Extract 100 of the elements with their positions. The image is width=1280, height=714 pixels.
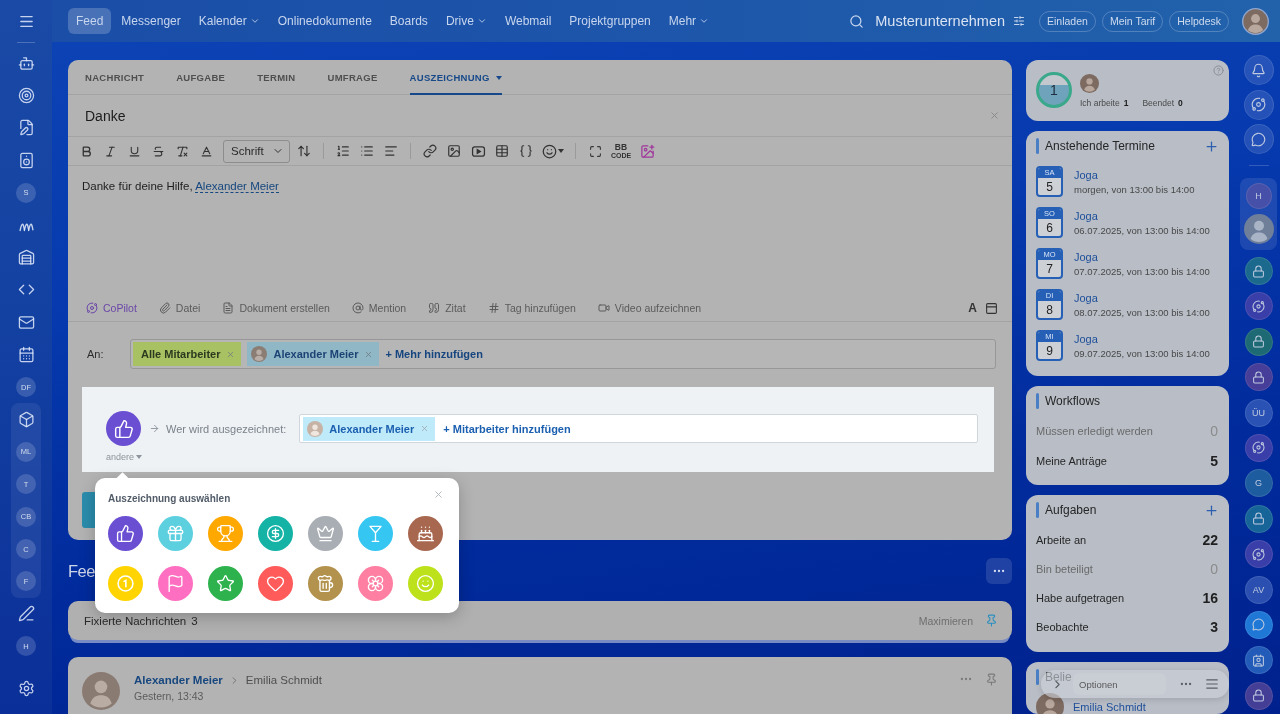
expand-icon[interactable]	[588, 144, 602, 158]
calendar-icon[interactable]	[17, 346, 35, 364]
lock-icon[interactable]	[1244, 681, 1273, 710]
orbit-icon[interactable]	[86, 302, 98, 314]
document-icon[interactable]	[222, 302, 235, 314]
composer-action[interactable]: CoPilot	[86, 302, 137, 314]
list-icon[interactable]	[1205, 677, 1219, 691]
composer-action[interactable]: Datei	[158, 302, 201, 314]
video-camera-icon[interactable]	[597, 302, 610, 314]
composer-action[interactable]: Dokument erstellen	[222, 302, 330, 314]
quote-icon[interactable]	[428, 302, 441, 314]
nav-item[interactable]: Webmail	[496, 8, 560, 34]
group-avatar[interactable]: G	[1244, 469, 1273, 498]
counter-label[interactable]: Müssen erledigt werden	[1036, 425, 1153, 437]
orbit-icon[interactable]	[1244, 433, 1273, 462]
orbit-icon[interactable]	[1244, 292, 1273, 321]
robot-icon[interactable]	[17, 54, 35, 72]
add-icon[interactable]	[1204, 502, 1219, 518]
flower-icon[interactable]	[358, 566, 393, 601]
add-employee-link[interactable]: + Mitarbeiter hinzufügen	[443, 422, 571, 435]
event-title-link[interactable]: Joga	[1074, 168, 1195, 181]
smiley-icon[interactable]	[542, 143, 557, 159]
nav-item[interactable]: Mehr	[660, 8, 718, 34]
cake-icon[interactable]	[408, 516, 443, 551]
beer-mug-icon[interactable]	[308, 566, 343, 601]
avatar-icon[interactable]	[1243, 214, 1274, 244]
pen-icon[interactable]	[17, 605, 35, 623]
group-tag[interactable]: Alle Mitarbeiter	[133, 342, 242, 366]
speaker-icon[interactable]	[17, 151, 35, 169]
paperclip-icon[interactable]	[158, 302, 171, 314]
nav-item[interactable]: Feed	[68, 8, 112, 34]
composer-tab[interactable]: UMFRAGE	[327, 60, 378, 95]
nav-item[interactable]: Drive	[437, 8, 495, 34]
chat-bubble-icon[interactable]	[1244, 610, 1273, 639]
hash-icon[interactable]	[487, 302, 500, 314]
lock-icon[interactable]	[1244, 504, 1273, 533]
underline-icon[interactable]	[127, 144, 141, 158]
composer-tab[interactable]: AUFGABE	[176, 60, 226, 95]
image-icon[interactable]	[447, 144, 461, 158]
flag-icon[interactable]	[158, 566, 193, 601]
nav-item[interactable]: Boards	[381, 8, 436, 34]
bell-icon[interactable]	[1243, 55, 1274, 85]
clear-format-icon[interactable]	[175, 144, 189, 158]
contact-card-icon[interactable]	[1244, 646, 1273, 675]
font-select[interactable]: Schrift	[223, 139, 290, 163]
document-pen-icon[interactable]	[17, 119, 35, 137]
dollar-coin-icon[interactable]	[258, 516, 293, 551]
link-icon[interactable]	[423, 144, 437, 158]
settings-icon[interactable]	[17, 679, 35, 697]
warehouse-icon[interactable]	[17, 249, 35, 267]
work-timer-ring[interactable]: 1	[1036, 72, 1072, 108]
composer-action[interactable]: Tag hinzufügen	[487, 302, 576, 314]
nav-item[interactable]: Kalender	[190, 8, 268, 34]
numbered-list-icon[interactable]	[336, 144, 350, 158]
chevron-down-icon[interactable]	[699, 16, 710, 26]
align-left-icon[interactable]	[384, 144, 398, 158]
composer-tab[interactable]: TERMIN	[257, 60, 296, 95]
options-field[interactable]: Optionen	[1073, 673, 1166, 695]
composer-tab[interactable]: AUSZEICHNUNG	[409, 60, 502, 95]
thumbs-up-icon[interactable]	[106, 411, 141, 446]
event-title-link[interactable]: Joga	[1074, 250, 1210, 263]
composer-action[interactable]: Zitat	[428, 302, 466, 314]
recipients-field[interactable]: Alle Mitarbeiter Alexander Meier + Mehr hinzufügen	[130, 339, 996, 369]
counter-label[interactable]: Arbeite an	[1036, 533, 1087, 546]
sliders-icon[interactable]	[1013, 15, 1025, 27]
nav-item[interactable]: Messenger	[113, 8, 189, 34]
avatar-icon[interactable]	[1242, 7, 1269, 35]
thumbs-up-icon[interactable]	[108, 516, 143, 551]
up-down-arrow-icon[interactable]	[297, 144, 311, 158]
composer-action[interactable]: Video aufzeichnen	[597, 302, 702, 314]
nav-item[interactable]: Projektgruppen	[561, 8, 659, 34]
target-icon[interactable]	[17, 87, 35, 105]
group-avatar[interactable]: AV	[1244, 575, 1273, 604]
lock-icon[interactable]	[1244, 363, 1273, 392]
bullet-list-icon[interactable]	[360, 144, 374, 158]
person-link[interactable]: Emilia Schmidt	[1073, 701, 1146, 713]
braces-icon[interactable]	[519, 144, 533, 158]
message-text[interactable]: Danke für deine Hilfe, Alexander Meier	[82, 180, 279, 192]
event-title-link[interactable]: Joga	[1074, 332, 1210, 345]
lock-icon[interactable]	[1244, 327, 1273, 356]
event-title-link[interactable]: Joga	[1074, 291, 1210, 304]
strikethrough-icon[interactable]	[151, 144, 165, 158]
award-recipients-field[interactable]: Alexander Meier + Mitarbeiter hinzufügen	[299, 414, 978, 443]
group-avatar[interactable]: ÜU	[1244, 398, 1273, 427]
table-icon[interactable]	[495, 144, 509, 158]
counter-label[interactable]: Meine Anträge	[1036, 455, 1107, 467]
orbit-icon[interactable]	[1244, 540, 1273, 569]
recipient-name[interactable]: Emilia Schmidt	[245, 674, 322, 686]
orbit-icon[interactable]	[1243, 89, 1274, 120]
nav-item[interactable]: Onlinedokumente	[269, 8, 380, 34]
mention-link[interactable]: Alexander Meier	[195, 180, 279, 193]
lock-icon[interactable]	[1244, 257, 1273, 285]
video-player-icon[interactable]	[470, 143, 486, 159]
text-style-button[interactable]: A	[968, 301, 977, 315]
panel-icon[interactable]	[985, 301, 998, 315]
add-icon[interactable]	[1204, 138, 1219, 154]
chevron-down-icon[interactable]	[249, 16, 260, 26]
company-name[interactable]: Musterunternehmen	[875, 13, 1005, 29]
counter-label[interactable]: Bin beteiligt	[1036, 562, 1093, 575]
person-tag[interactable]: Alexander Meier	[247, 342, 380, 366]
